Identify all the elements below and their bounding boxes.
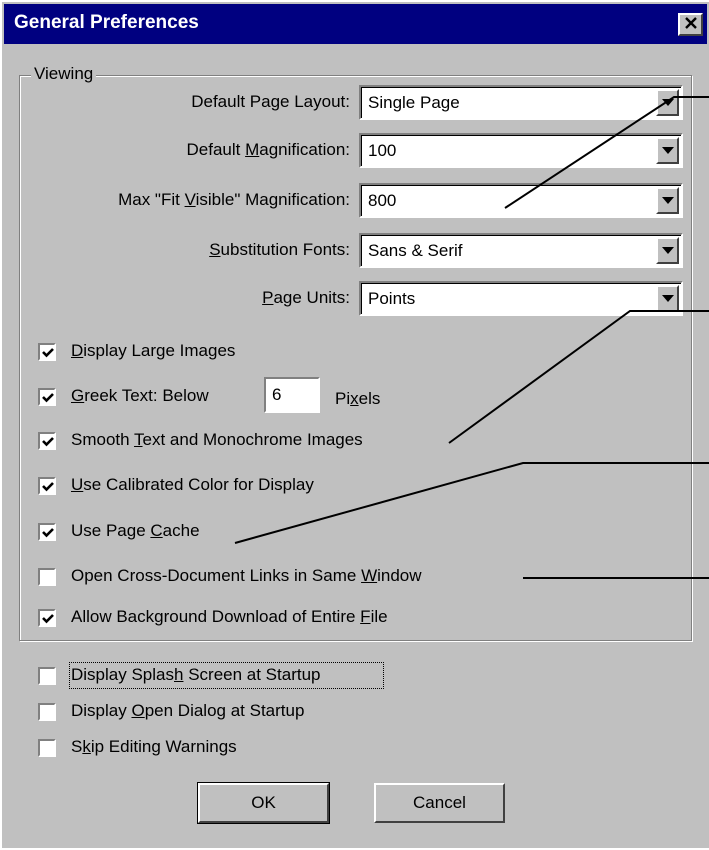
checkbox-box[interactable] <box>38 703 56 721</box>
display-splash-screen-label: Display Splash Screen at Startup <box>71 665 321 684</box>
checkmark-icon <box>42 393 54 403</box>
general-preferences-dialog: General Preferences Viewing Default Page… <box>0 0 709 848</box>
page-units-select[interactable]: Points <box>359 281 683 316</box>
ok-button[interactable]: OK <box>197 782 330 824</box>
greek-text-pixels-input[interactable]: 6 <box>264 377 320 413</box>
checkmark-icon <box>42 348 54 358</box>
greek-text-pixels-value: 6 <box>272 385 282 404</box>
substitution-fonts-value: Sans & Serif <box>368 241 463 260</box>
ok-button-label: OK <box>251 793 276 812</box>
open-cross-document-links-label: Open Cross-Document Links in Same Window <box>71 566 422 585</box>
background-download-label: Allow Background Download of Entire File <box>71 607 388 626</box>
default-magnification-value: 100 <box>368 141 397 160</box>
substitution-fonts-dropdown-button[interactable] <box>656 237 679 264</box>
dialog-title: General Preferences <box>14 12 199 33</box>
pixels-label: Pixels <box>335 389 381 408</box>
chevron-down-icon <box>661 99 674 106</box>
checkmark-icon <box>42 437 54 447</box>
checkbox-box[interactable] <box>38 609 56 627</box>
calibrated-color-label: Use Calibrated Color for Display <box>71 475 314 494</box>
substitution-fonts-select[interactable]: Sans & Serif <box>359 233 683 268</box>
default-page-layout-dropdown-button[interactable] <box>656 89 679 116</box>
skip-editing-warnings-label: Skip Editing Warnings <box>71 737 237 756</box>
checkbox-box[interactable] <box>38 523 56 541</box>
default-magnification-select[interactable]: 100 <box>359 133 683 168</box>
use-page-cache-label: Use Page Cache <box>71 521 200 540</box>
checkbox-box[interactable] <box>38 667 56 685</box>
viewing-group-label: Viewing <box>31 64 97 84</box>
default-magnification-dropdown-button[interactable] <box>656 137 679 164</box>
cancel-button[interactable]: Cancel <box>374 783 505 823</box>
chevron-down-icon <box>661 197 674 204</box>
default-page-layout-select[interactable]: Single Page <box>359 85 683 120</box>
page-units-dropdown-button[interactable] <box>656 285 679 312</box>
max-fit-visible-magnification-dropdown-button[interactable] <box>656 187 679 214</box>
close-button[interactable] <box>678 13 703 36</box>
default-page-layout-value: Single Page <box>368 93 460 112</box>
checkmark-icon <box>42 528 54 538</box>
checkbox-box[interactable] <box>38 388 56 406</box>
max-fit-visible-magnification-select[interactable]: 800 <box>359 183 683 218</box>
greek-text-label: Greek Text: Below <box>71 386 209 405</box>
default-magnification-label: Default Magnification: <box>186 140 351 159</box>
checkbox-box[interactable] <box>38 739 56 757</box>
default-page-layout-label: Default Page Layout: <box>191 92 350 111</box>
page-units-value: Points <box>368 289 416 308</box>
checkbox-box[interactable] <box>38 568 56 586</box>
page-units-label: Page Units: <box>262 288 350 307</box>
substitution-fonts-label: Substitution Fonts: <box>209 240 350 259</box>
display-open-dialog-label: Display Open Dialog at Startup <box>71 701 305 720</box>
max-fit-visible-magnification-value: 800 <box>368 191 397 210</box>
close-icon <box>684 15 698 35</box>
chevron-down-icon <box>661 295 674 302</box>
max-fit-visible-magnification-label: Max "Fit Visible" Magnification: <box>118 190 350 209</box>
chevron-down-icon <box>661 247 674 254</box>
title-bar[interactable]: General Preferences <box>4 4 707 44</box>
checkmark-icon <box>42 614 54 624</box>
chevron-down-icon <box>661 147 674 154</box>
checkbox-box[interactable] <box>38 477 56 495</box>
checkmark-icon <box>42 482 54 492</box>
display-large-images-label: Display Large Images <box>71 341 236 360</box>
smooth-text-label: Smooth Text and Monochrome Images <box>71 430 363 449</box>
checkbox-box[interactable] <box>38 432 56 450</box>
checkbox-box[interactable] <box>38 343 56 361</box>
cancel-button-label: Cancel <box>413 793 466 812</box>
